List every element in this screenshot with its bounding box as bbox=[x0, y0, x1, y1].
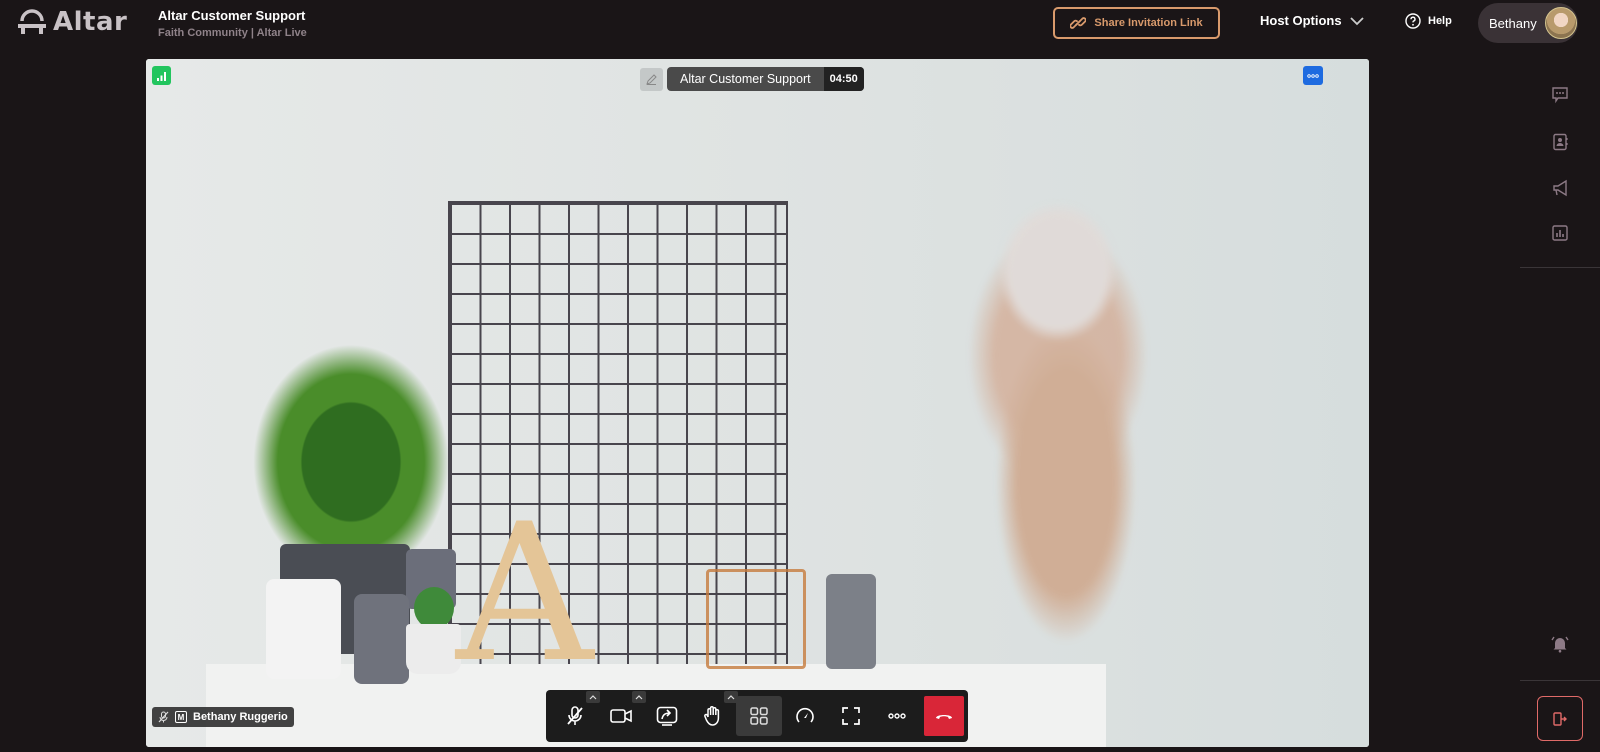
alerts-button[interactable] bbox=[1549, 633, 1571, 655]
bar-chart-icon bbox=[1552, 225, 1568, 241]
speedometer-icon bbox=[796, 707, 814, 723]
chat-icon bbox=[1552, 87, 1568, 104]
polls-button[interactable] bbox=[1549, 222, 1571, 244]
exit-door-icon bbox=[1553, 711, 1567, 726]
camera-button[interactable] bbox=[598, 691, 646, 736]
camera-feed: A bbox=[146, 59, 1369, 747]
share-screen-button[interactable] bbox=[644, 696, 690, 736]
chevron-down-icon bbox=[1349, 16, 1364, 25]
rail-divider bbox=[1520, 267, 1600, 268]
white-candle bbox=[266, 579, 341, 679]
avatar bbox=[1544, 7, 1577, 39]
signal-bars-icon bbox=[156, 71, 166, 81]
top-bar: Altar Altar Customer Support Faith Commu… bbox=[0, 0, 1600, 46]
grey-candle bbox=[354, 594, 409, 684]
chevron-up-icon bbox=[589, 694, 597, 699]
room-title-overlay: Altar Customer Support 04:50 bbox=[640, 67, 864, 91]
hand-icon bbox=[704, 706, 720, 726]
grid-layout-icon bbox=[750, 707, 768, 725]
logo-text: Altar bbox=[53, 7, 128, 37]
chevron-up-icon bbox=[727, 694, 735, 699]
pencil-icon bbox=[646, 73, 657, 85]
phone-hangup-icon bbox=[936, 715, 952, 719]
moderator-badge: M bbox=[175, 711, 187, 723]
plant bbox=[236, 324, 466, 554]
room-title: Altar Customer Support bbox=[680, 72, 811, 86]
video-tile: A Altar Customer Support 04:50 M Bethany… bbox=[146, 59, 1369, 747]
user-menu[interactable]: Bethany bbox=[1478, 3, 1578, 43]
announcements-button[interactable] bbox=[1549, 177, 1571, 199]
participant-name: Bethany Ruggerio bbox=[193, 711, 288, 723]
bell-ring-icon bbox=[1551, 636, 1569, 653]
host-options-label: Host Options bbox=[1260, 13, 1342, 28]
edit-title-button[interactable] bbox=[640, 67, 663, 91]
contact-book-icon bbox=[1553, 133, 1568, 151]
meeting-title: Altar Customer Support bbox=[158, 8, 306, 23]
chevron-up-icon bbox=[635, 694, 643, 699]
chat-button[interactable] bbox=[1549, 84, 1571, 106]
copper-lanterns bbox=[706, 569, 806, 669]
connection-quality-button[interactable] bbox=[152, 66, 171, 85]
altar-logo-icon bbox=[18, 9, 46, 34]
share-invitation-link-button[interactable]: Share Invitation Link bbox=[1053, 7, 1220, 39]
mic-off-icon bbox=[567, 706, 583, 725]
share-screen-icon bbox=[656, 706, 678, 726]
meeting-info: Altar Customer Support Faith Community |… bbox=[158, 8, 307, 39]
video-camera-icon bbox=[610, 709, 632, 723]
link-icon bbox=[1070, 17, 1087, 29]
contacts-button[interactable] bbox=[1549, 131, 1571, 153]
tile-options-button[interactable] bbox=[1303, 66, 1323, 85]
fullscreen-icon bbox=[842, 707, 860, 725]
mic-off-icon bbox=[158, 711, 169, 723]
call-controls bbox=[546, 690, 968, 742]
room-title-chip: Altar Customer Support 04:50 bbox=[667, 67, 864, 91]
megaphone-icon bbox=[1553, 179, 1567, 197]
end-call-button[interactable] bbox=[924, 696, 964, 736]
help-label: Help bbox=[1428, 15, 1452, 27]
mute-button[interactable] bbox=[552, 691, 600, 736]
rail-divider bbox=[1520, 680, 1600, 681]
participant-name-tag: M Bethany Ruggerio bbox=[152, 707, 294, 727]
raise-hand-button[interactable] bbox=[690, 691, 738, 736]
wooden-letter: A bbox=[456, 483, 594, 704]
wooden-mannequin bbox=[866, 99, 1266, 739]
altar-logo[interactable]: Altar bbox=[17, 7, 127, 37]
question-circle-icon bbox=[1405, 13, 1421, 29]
share-label: Share Invitation Link bbox=[1094, 17, 1203, 29]
host-options-dropdown[interactable]: Host Options bbox=[1260, 13, 1364, 28]
fullscreen-button[interactable] bbox=[828, 696, 874, 736]
leave-room-button[interactable] bbox=[1537, 696, 1583, 741]
ellipsis-icon bbox=[888, 713, 906, 719]
ellipsis-icon bbox=[1307, 73, 1319, 78]
cactus-pot bbox=[406, 624, 461, 674]
elapsed-timer: 04:50 bbox=[823, 67, 864, 91]
layout-button[interactable] bbox=[736, 696, 782, 736]
cactus bbox=[414, 587, 454, 629]
stats-button[interactable] bbox=[782, 696, 828, 736]
more-options-button[interactable] bbox=[874, 696, 920, 736]
meeting-subtitle: Faith Community | Altar Live bbox=[158, 27, 307, 39]
user-name: Bethany bbox=[1489, 15, 1537, 31]
help-button[interactable]: Help bbox=[1405, 13, 1452, 29]
